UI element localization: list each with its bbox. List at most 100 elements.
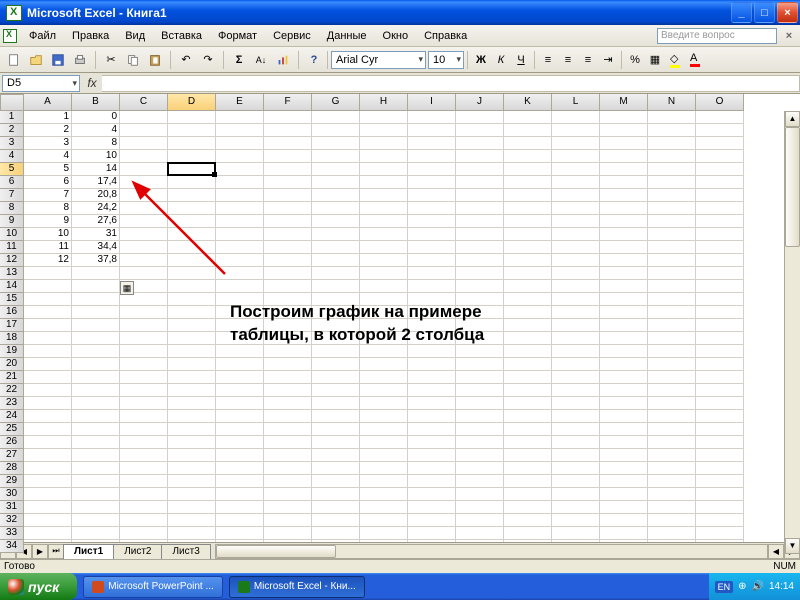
cell-G4[interactable]	[312, 150, 360, 163]
cell-M3[interactable]	[600, 137, 648, 150]
cell-A33[interactable]	[24, 527, 72, 540]
row-header-6[interactable]: 6	[0, 176, 24, 189]
cell-N19[interactable]	[648, 345, 696, 358]
cell-H30[interactable]	[360, 488, 408, 501]
cell-C1[interactable]	[120, 111, 168, 124]
cell-A11[interactable]: 11	[24, 241, 72, 254]
cell-A10[interactable]: 10	[24, 228, 72, 241]
cell-D18[interactable]	[168, 332, 216, 345]
cell-N16[interactable]	[648, 306, 696, 319]
vscroll-thumb[interactable]	[785, 127, 800, 247]
cell-J9[interactable]	[456, 215, 504, 228]
cell-K24[interactable]	[504, 410, 552, 423]
cell-N27[interactable]	[648, 449, 696, 462]
cell-B6[interactable]: 17,4	[72, 176, 120, 189]
col-header-D[interactable]: D	[168, 94, 216, 111]
cell-N24[interactable]	[648, 410, 696, 423]
row-header-25[interactable]: 25	[0, 423, 24, 436]
cell-H27[interactable]	[360, 449, 408, 462]
help-button[interactable]: ?	[304, 50, 324, 70]
cell-C25[interactable]	[120, 423, 168, 436]
cell-D21[interactable]	[168, 371, 216, 384]
cell-F27[interactable]	[264, 449, 312, 462]
cell-F5[interactable]	[264, 163, 312, 176]
language-indicator[interactable]: EN	[715, 581, 734, 593]
cell-C23[interactable]	[120, 397, 168, 410]
paste-button[interactable]	[145, 50, 165, 70]
cell-N29[interactable]	[648, 475, 696, 488]
row-header-2[interactable]: 2	[0, 124, 24, 137]
cell-N10[interactable]	[648, 228, 696, 241]
cell-G12[interactable]	[312, 254, 360, 267]
cell-F32[interactable]	[264, 514, 312, 527]
row-header-10[interactable]: 10	[0, 228, 24, 241]
cell-B4[interactable]: 10	[72, 150, 120, 163]
cell-C16[interactable]	[120, 306, 168, 319]
cell-A27[interactable]	[24, 449, 72, 462]
cell-M20[interactable]	[600, 358, 648, 371]
cell-L23[interactable]	[552, 397, 600, 410]
cell-G9[interactable]	[312, 215, 360, 228]
cell-M27[interactable]	[600, 449, 648, 462]
cell-H20[interactable]	[360, 358, 408, 371]
italic-button[interactable]: К	[491, 50, 511, 70]
cell-F33[interactable]	[264, 527, 312, 540]
cell-K12[interactable]	[504, 254, 552, 267]
cell-F1[interactable]	[264, 111, 312, 124]
cell-F13[interactable]	[264, 267, 312, 280]
cell-L32[interactable]	[552, 514, 600, 527]
cell-M15[interactable]	[600, 293, 648, 306]
cell-M24[interactable]	[600, 410, 648, 423]
cell-F3[interactable]	[264, 137, 312, 150]
cell-G33[interactable]	[312, 527, 360, 540]
cell-G21[interactable]	[312, 371, 360, 384]
cell-C22[interactable]	[120, 384, 168, 397]
cell-A30[interactable]	[24, 488, 72, 501]
cell-F22[interactable]	[264, 384, 312, 397]
cell-F4[interactable]	[264, 150, 312, 163]
font-name-select[interactable]: Arial Cyr	[331, 51, 426, 69]
cell-O19[interactable]	[696, 345, 744, 358]
chart-wizard-button[interactable]	[273, 50, 293, 70]
cell-B3[interactable]: 8	[72, 137, 120, 150]
cell-K20[interactable]	[504, 358, 552, 371]
cell-B9[interactable]: 27,6	[72, 215, 120, 228]
cell-K29[interactable]	[504, 475, 552, 488]
cell-N22[interactable]	[648, 384, 696, 397]
cell-L12[interactable]	[552, 254, 600, 267]
cell-E25[interactable]	[216, 423, 264, 436]
cell-J28[interactable]	[456, 462, 504, 475]
sheet-tab-3[interactable]: Лист3	[161, 544, 210, 559]
cell-F26[interactable]	[264, 436, 312, 449]
cell-G28[interactable]	[312, 462, 360, 475]
cell-J20[interactable]	[456, 358, 504, 371]
cell-G6[interactable]	[312, 176, 360, 189]
cell-C28[interactable]	[120, 462, 168, 475]
name-box[interactable]: D5	[2, 75, 80, 92]
cell-N25[interactable]	[648, 423, 696, 436]
cell-K6[interactable]	[504, 176, 552, 189]
cell-D5[interactable]	[168, 163, 216, 176]
cell-M6[interactable]	[600, 176, 648, 189]
cell-M17[interactable]	[600, 319, 648, 332]
cell-A9[interactable]: 9	[24, 215, 72, 228]
cell-J2[interactable]	[456, 124, 504, 137]
cell-E23[interactable]	[216, 397, 264, 410]
cell-I11[interactable]	[408, 241, 456, 254]
cell-M28[interactable]	[600, 462, 648, 475]
cell-F9[interactable]	[264, 215, 312, 228]
cell-I28[interactable]	[408, 462, 456, 475]
cell-O10[interactable]	[696, 228, 744, 241]
cell-O12[interactable]	[696, 254, 744, 267]
cell-B26[interactable]	[72, 436, 120, 449]
col-header-A[interactable]: A	[24, 94, 72, 111]
cell-G10[interactable]	[312, 228, 360, 241]
cell-L17[interactable]	[552, 319, 600, 332]
cell-D3[interactable]	[168, 137, 216, 150]
cell-J8[interactable]	[456, 202, 504, 215]
col-header-I[interactable]: I	[408, 94, 456, 111]
vertical-scrollbar[interactable]: ▲ ▼	[784, 111, 800, 554]
bold-button[interactable]: Ж	[471, 50, 491, 70]
cell-M33[interactable]	[600, 527, 648, 540]
cell-C27[interactable]	[120, 449, 168, 462]
